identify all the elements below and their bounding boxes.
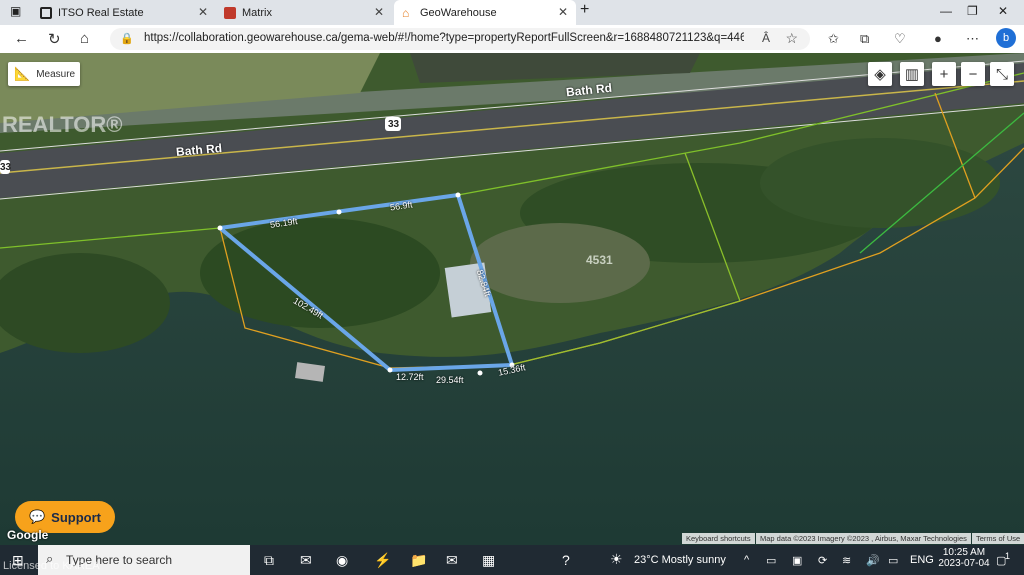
tab-label: ITSO Real Estate [58,6,144,19]
notification-count: 1 [1005,551,1011,561]
zoom-out-button[interactable]: − [961,62,985,86]
read-aloud-button[interactable]: Â [762,31,770,45]
clock-time: 10:25 AM [942,547,986,558]
store-icon[interactable]: ▦ [482,552,495,569]
matrix-favicon-icon [224,6,236,19]
close-icon[interactable]: ✕ [558,5,568,19]
tab-geowarehouse[interactable]: ⌂ GeoWarehouse ✕ [394,0,576,25]
favorite-star-icon[interactable]: ☆ [785,30,798,47]
road-shield-label: 33 [388,119,400,130]
tab-label: Matrix [242,6,272,19]
extension-icon[interactable]: ♡ [894,31,906,47]
lightning-app-icon[interactable]: ⚡ [374,552,391,569]
measure-label: Measure [36,68,76,80]
layers-button[interactable]: ◈ [868,62,892,86]
address-bar: ← ↻ ⌂ 🔒 https://collaboration.geowarehou… [0,25,1024,54]
plus-icon: + [939,65,949,83]
restore-button[interactable]: ❐ [967,4,978,18]
battery-icon[interactable]: ▭ [888,554,898,567]
edge-icon[interactable]: ◉ [336,552,348,569]
minus-icon: − [968,65,978,83]
tab-matrix[interactable]: Matrix ✕ [216,0,392,25]
satellite-map [0,53,1024,545]
road-shield-label-left: 33 [0,162,12,173]
weather-text[interactable]: 23°C Mostly sunny [634,554,726,566]
parcel-number: 4531 [586,253,613,267]
itso-favicon-icon [40,6,52,19]
volume-icon[interactable]: 🔊 [866,554,880,567]
wifi-icon[interactable]: ≋ [842,554,851,567]
zoom-in-button[interactable]: + [932,62,956,86]
measure-button[interactable]: 📐 Measure [8,62,80,86]
tray-sync-icon[interactable]: ⟳ [818,554,827,567]
close-icon[interactable]: ✕ [198,5,208,19]
map-attribution: Map data ©2023 Imagery ©2023 , Airbus, M… [756,533,971,544]
keyboard-shortcuts-link[interactable]: Keyboard shortcuts [682,533,755,544]
tab-itso[interactable]: ITSO Real Estate ✕ [32,0,216,25]
layers-icon: ◈ [874,66,886,83]
collapse-icon: ⤡ [995,65,1008,83]
lock-icon[interactable]: 🔒 [120,32,134,45]
file-explorer-icon[interactable]: 📁 [410,552,427,569]
map-icon: ▥ [904,66,920,83]
house-favicon-icon: ⌂ [402,5,410,20]
terms-of-use-link[interactable]: Terms of Use [972,533,1024,544]
realtor-watermark: REALTOR® [2,112,123,137]
ruler-icon: 📐 [14,66,31,81]
tab-label: GeoWarehouse [420,6,497,19]
taskbar: ⊞ ⌕ Type here to search ⧉ ✉ ◉ ⚡ 📁 ✉ ▦ ? … [0,545,1024,575]
close-icon[interactable]: ✕ [374,5,384,19]
chat-icon: 💬 [28,509,46,524]
mail-icon[interactable]: ✉ [300,552,312,569]
window-menu-icon[interactable]: ▣ [10,4,21,18]
clock[interactable]: 10:25 AM 2023-07-04 [936,547,992,569]
map-type-button[interactable]: ▥ [900,62,924,86]
tray-camera-icon[interactable]: ▣ [792,554,802,567]
tab-bar: ▣ ITSO Real Estate ✕ Matrix ✕ ⌂ GeoWareh… [0,0,1024,25]
google-logo: Google [7,528,49,542]
minimize-button[interactable]: — [940,4,952,18]
measurement-label: 12.72ft [396,372,424,382]
collections-icon[interactable]: ⧉ [860,31,869,47]
licensed-watermark: Licensed to KAREA [3,560,100,572]
task-view-icon[interactable]: ⧉ [264,552,274,569]
close-window-button[interactable]: ✕ [998,4,1008,18]
weather-icon: ☀ [610,551,623,567]
tray-chevron-icon[interactable]: ^ [744,554,749,566]
new-tab-button[interactable]: + [580,1,589,19]
help-icon[interactable]: ? [562,552,570,568]
tray-app-icon[interactable]: ▭ [766,554,776,567]
profile-avatar[interactable]: ● [934,31,942,46]
home-button[interactable]: ⌂ [80,30,89,47]
map-view[interactable]: Bath Rd Bath Rd 33 33 4531 56.19ft 56.9f… [0,53,1024,545]
url-text: https://collaboration.geowarehouse.ca/ge… [144,32,744,44]
clock-date: 2023-07-04 [938,558,990,569]
exit-fullscreen-button[interactable]: ⤡ [990,62,1014,86]
favorites-icon[interactable]: ✩ [828,31,839,47]
more-options-icon[interactable]: ⋯ [966,31,979,47]
back-button[interactable]: ← [14,30,29,47]
refresh-button[interactable]: ↻ [48,30,61,48]
bing-icon[interactable]: b [996,28,1016,48]
measurement-label: 29.54ft [436,375,464,385]
language-indicator[interactable]: ENG [910,554,934,566]
url-field[interactable]: 🔒 https://collaboration.geowarehouse.ca/… [110,28,810,50]
support-label: Support [51,509,101,525]
outlook-icon[interactable]: ✉ [446,552,458,569]
